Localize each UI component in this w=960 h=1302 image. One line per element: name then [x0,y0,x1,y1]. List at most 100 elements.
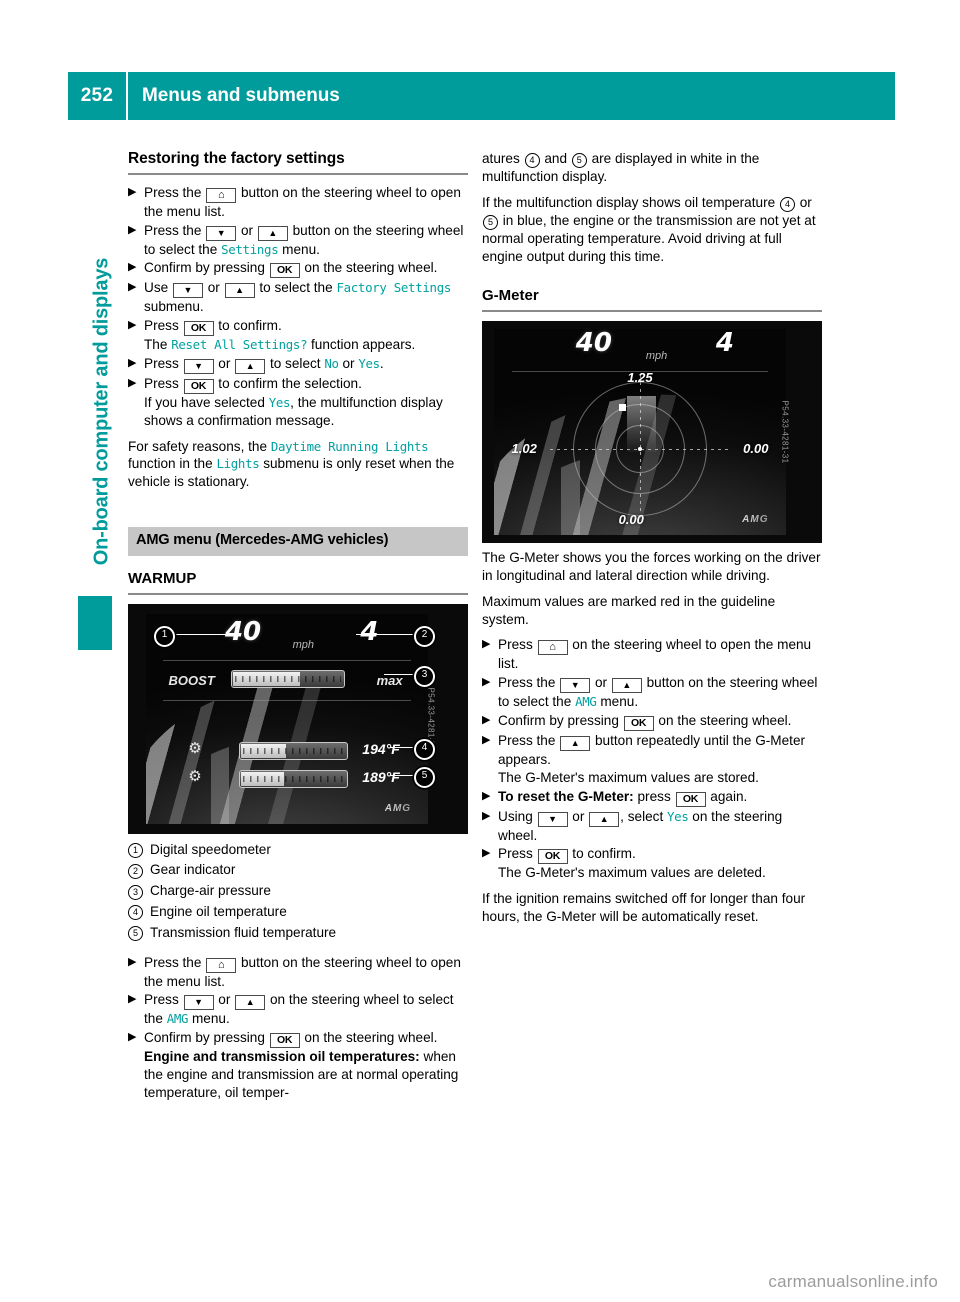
ui-term-yes: Yes [268,394,291,410]
legend-label: Digital speedometer [150,841,271,857]
warmup-legend-list: 1 Digital speedometer 2 Gear indicator 3… [128,840,468,944]
step-arrow-icon: ▶ [128,319,137,332]
up-key-icon[interactable]: ▲ [611,678,642,694]
ok-key-icon[interactable]: OK [183,321,214,337]
ok-key-icon[interactable]: OK [623,715,654,731]
step-item: ▶ Press OK to confirm. The Reset All Set… [128,317,468,354]
ok-key-icon[interactable]: OK [269,263,300,279]
step-arrow-icon: ▶ [128,356,137,369]
screen-divider-mid [162,699,412,701]
inline-callout-5: 5 [571,153,587,168]
legend-label: Gear indicator [150,862,236,878]
up-key-icon[interactable]: ▲ [560,735,591,751]
safety-note: For safety reasons, the Daytime Running … [128,438,455,490]
section-title-restoring: Restoring the factory settings [128,150,345,167]
amg-menu-band: AMG menu (Mercedes-AMG vehicles) [128,526,468,556]
ok-key-icon[interactable]: OK [183,378,214,394]
step-item: ▶ Use ▼ or ▲ to select the Factory Setti… [128,280,452,315]
step-arrow-icon: ▶ [128,185,137,198]
step-item: ▶ Press ▼ or ▲ on the steering wheel to … [128,992,454,1027]
ignition-reset-note: If the ignition remains switched off for… [482,891,806,924]
step-item: ▶ Press ▼ or ▲ to select No or Yes. [128,355,468,374]
reset-gmeter-lead: To reset the G-Meter: [498,788,634,804]
home-key-icon[interactable]: ⌂ [206,187,237,203]
page-header: 252 Menus and submenus [68,72,895,120]
step-continuation: The G-Meter's maximum values are stored. [498,769,759,785]
up-key-icon[interactable]: ▲ [257,225,288,241]
legend-label: Engine oil temperature [150,903,287,919]
step-arrow-icon: ▶ [482,847,491,860]
step-item: ▶ Press the ▲ button repeatedly until th… [482,732,822,787]
step-item: ▶ Press ⌂ on the steering wheel to open … [482,637,812,672]
gear-indicator-value: 4 [360,616,379,647]
ui-term-yes: Yes [358,355,380,371]
up-key-icon[interactable]: ▲ [589,811,620,827]
down-key-icon[interactable]: ▼ [560,678,591,694]
up-key-icon[interactable]: ▲ [235,995,266,1011]
home-key-icon[interactable]: ⌂ [206,957,237,973]
ok-key-icon[interactable]: OK [269,1033,300,1049]
legend-label: Transmission fluid temperature [150,924,337,940]
step-item: ▶ Confirm by pressing OK on the steering… [128,260,438,279]
ui-term-amg: AMG [575,694,597,710]
step-arrow-icon: ▶ [128,261,137,274]
legend-number: 2 [128,863,143,879]
blue-temp-paragraph: If the multifunction display shows oil t… [482,194,816,264]
steps-amg-menu: ▶ Press the ⌂ button on the steering whe… [128,954,468,1102]
legend-number: 3 [128,884,143,900]
ui-term-factory-settings: Factory Settings [336,280,452,296]
warmup-title: WARMUP [128,569,197,587]
down-key-icon[interactable]: ▼ [206,225,237,241]
home-key-icon[interactable]: ⌂ [537,640,568,656]
down-key-icon[interactable]: ▼ [183,358,214,374]
up-key-icon[interactable]: ▲ [224,283,255,299]
warmup-display-figure: 40 mph 4 BOOST max ⚙ 194°F ⚙ 189°F AMG 1… [128,603,468,834]
oil-temp-gauge-bar [239,741,349,760]
legend-item: 5 Transmission fluid temperature [128,923,468,944]
down-key-icon[interactable]: ▼ [172,283,203,299]
down-key-icon[interactable]: ▼ [183,995,214,1011]
step-arrow-icon: ▶ [482,789,491,802]
step-item: ▶ Press the ▼ or ▲ button on the steerin… [482,675,818,710]
gmeter-max-marker [618,404,626,412]
left-column: Restoring the factory settings ▶ Press t… [128,150,468,1103]
amg-brand-logo: AMG [385,800,411,818]
inline-callout-4: 4 [524,153,540,168]
legend-item: 1 Digital speedometer [128,840,468,861]
gmeter-rings [550,375,730,524]
ui-term-reset-all-settings: Reset All Settings? [171,337,308,353]
legend-item: 2 Gear indicator [128,860,468,881]
step-continuation: Engine and transmission oil temperatures… [144,1048,468,1101]
step-continuation: The G-Meter's maximum values are deleted… [498,865,766,881]
ok-key-icon[interactable]: OK [675,791,706,807]
speed-row: 40 mph 4 [146,616,428,658]
gmeter-title: G-Meter [482,287,539,305]
legend-item: 3 Charge-air pressure [128,881,468,902]
step-arrow-icon: ▶ [128,281,137,294]
title-rule [128,172,468,175]
step-arrow-icon: ▶ [482,809,491,822]
warmup-screen: 40 mph 4 BOOST max ⚙ 194°F ⚙ 189°F AMG [146,613,428,824]
step-item: ▶ Confirm by pressing OK on the steering… [482,712,792,731]
callout-leader-3 [384,673,416,676]
legend-label: Charge-air pressure [150,883,271,899]
callout-leader-5 [390,774,416,777]
oil-can-icon: ⚙ [188,739,202,757]
callout-marker-4: 4 [414,738,435,760]
step-arrow-icon: ▶ [482,638,491,651]
legend-number: 5 [128,926,143,942]
engine-oil-temperature-value: 194°F [362,740,400,757]
up-key-icon[interactable]: ▲ [235,358,266,374]
ok-key-icon[interactable]: OK [537,849,568,865]
amg-brand-logo: AMG [742,511,768,529]
callout-marker-1: 1 [154,625,175,647]
ui-term-daytime-running-lights: Daytime Running Lights [270,438,429,454]
boost-label: BOOST [168,672,215,688]
speed-unit-label: mph [292,638,315,651]
chapter-side-label: On-board computer and displays [90,257,113,566]
down-key-icon[interactable]: ▼ [537,811,568,827]
chapter-tab-marker [78,596,112,650]
step-arrow-icon: ▶ [482,733,491,746]
warmup-rule [128,592,468,595]
digital-speedometer-value: 40 [575,329,612,359]
